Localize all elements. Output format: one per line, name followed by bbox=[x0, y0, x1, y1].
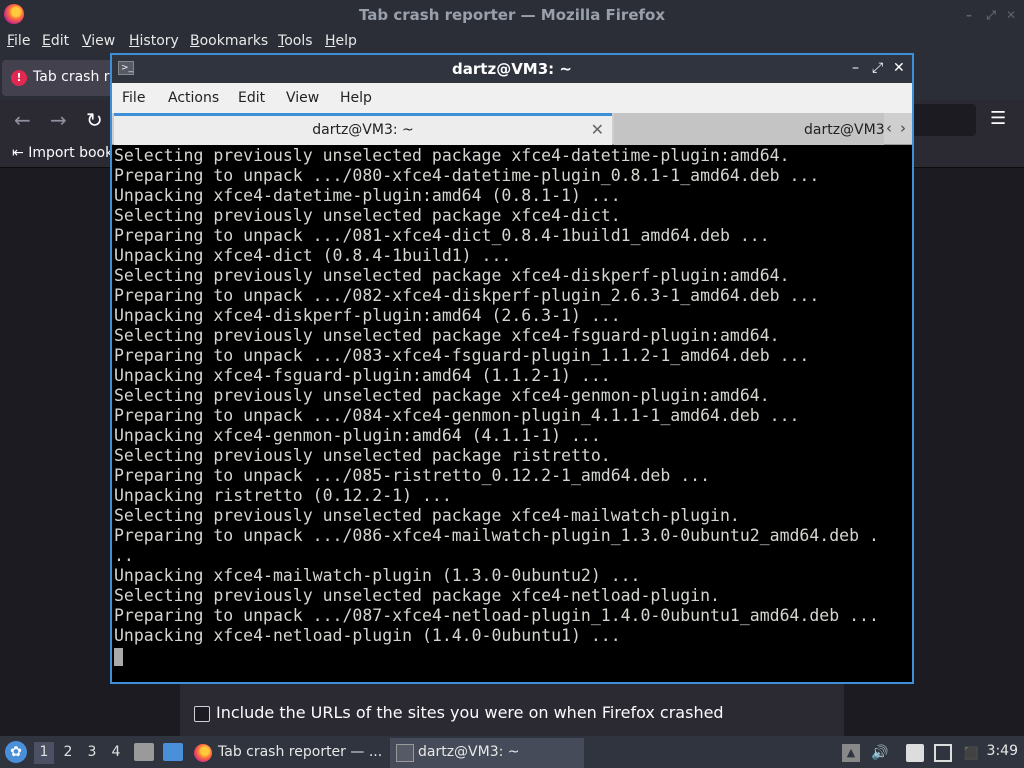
close-icon[interactable]: ✕ bbox=[893, 60, 905, 76]
terminal-line: Selecting previously unselected package … bbox=[114, 506, 740, 525]
terminal-line: Selecting previously unselected package … bbox=[114, 326, 780, 345]
terminal-line: Preparing to unpack .../087-xfce4-netloa… bbox=[114, 606, 879, 625]
terminal-line: Preparing to unpack .../082-xfce4-diskpe… bbox=[114, 286, 820, 305]
terminal-icon bbox=[396, 744, 414, 762]
import-icon: ⇤ bbox=[12, 145, 29, 161]
terminal-line: Selecting previously unselected package … bbox=[114, 206, 621, 225]
forward-icon[interactable]: → bbox=[50, 108, 67, 132]
menu-help[interactable]: Help bbox=[325, 33, 357, 49]
task-firefox-label: Tab crash reporter — ... bbox=[218, 744, 383, 760]
workspace-2[interactable]: 2 bbox=[58, 742, 78, 764]
terminal-window: >_ dartz@VM3: ~ – ⤢ ✕ File Actions Edit … bbox=[110, 53, 914, 684]
app-menu-icon[interactable]: ✿ bbox=[5, 741, 27, 763]
firefox-icon bbox=[194, 744, 212, 762]
terminal-line: .. bbox=[114, 546, 134, 565]
minimize-icon[interactable]: – bbox=[962, 8, 976, 22]
chevron-left-icon[interactable]: ‹ bbox=[882, 115, 896, 141]
terminal-line: Selecting previously unselected package … bbox=[114, 266, 790, 285]
network-icon[interactable] bbox=[934, 744, 952, 762]
workspace-1[interactable]: 1 bbox=[34, 742, 54, 764]
terminal-screen[interactable]: Selecting previously unselected package … bbox=[114, 146, 910, 682]
terminal-window-title: dartz@VM3: ~ bbox=[452, 60, 572, 78]
menu-file[interactable]: File bbox=[7, 33, 30, 49]
menu-edit[interactable]: Edit bbox=[238, 90, 265, 106]
maximize-icon[interactable]: ⤢ bbox=[984, 8, 998, 22]
import-bookmarks-label: Import book bbox=[28, 145, 114, 161]
tab-label: Tab crash re bbox=[33, 69, 118, 85]
back-icon[interactable]: ← bbox=[14, 108, 31, 132]
terminal-tab-1-label: dartz@VM3: ~ bbox=[312, 122, 414, 138]
clipboard-icon[interactable] bbox=[906, 744, 924, 762]
terminal-output: Selecting previously unselected package … bbox=[114, 146, 910, 646]
show-desktop-icon[interactable] bbox=[163, 743, 183, 761]
terminal-line: Unpacking xfce4-datetime-plugin:amd64 (0… bbox=[114, 186, 621, 205]
minimize-icon[interactable]: – bbox=[852, 60, 859, 76]
update-notifier-icon[interactable]: ⬛ bbox=[962, 744, 980, 762]
terminal-line: Preparing to unpack .../081-xfce4-dict_0… bbox=[114, 226, 770, 245]
taskbar: ✿ 1 2 3 4 Tab crash reporter — ... dartz… bbox=[0, 736, 1024, 768]
chevron-right-icon[interactable]: › bbox=[896, 115, 910, 141]
firefox-menubar: File Edit View History Bookmarks Tools H… bbox=[0, 30, 1024, 54]
terminal-line: Selecting previously unselected package … bbox=[114, 386, 770, 405]
terminal-line: Preparing to unpack .../080-xfce4-dateti… bbox=[114, 166, 820, 185]
terminal-line: Unpacking xfce4-genmon-plugin:amd64 (4.1… bbox=[114, 426, 601, 445]
menu-bookmarks[interactable]: Bookmarks bbox=[190, 33, 268, 49]
menu-history[interactable]: History bbox=[129, 33, 179, 49]
terminal-menubar: File Actions Edit View Help bbox=[112, 83, 912, 113]
desktop: Tab crash reporter — Mozilla Firefox – ⤢… bbox=[0, 0, 1024, 768]
terminal-tab-1[interactable]: dartz@VM3: ~ ✕ bbox=[114, 113, 612, 145]
terminal-tabbar: dartz@VM3: ~ ✕ dartz@VM3: ~ ‹ › bbox=[112, 113, 912, 145]
terminal-line: Unpacking xfce4-dict (0.8.4-1build1) ... bbox=[114, 246, 512, 265]
include-urls-label[interactable]: Include the URLs of the sites you were o… bbox=[216, 703, 724, 722]
terminal-line: Preparing to unpack .../084-xfce4-genmon… bbox=[114, 406, 800, 425]
clock[interactable]: 3:49 bbox=[987, 743, 1018, 759]
terminal-line: Unpacking xfce4-mailwatch-plugin (1.3.0-… bbox=[114, 566, 641, 585]
terminal-line: Preparing to unpack .../086-xfce4-mailwa… bbox=[114, 526, 879, 545]
volume-icon[interactable]: 🔊 bbox=[871, 744, 889, 762]
terminal-tab-2[interactable]: dartz@VM3: ~ bbox=[614, 113, 884, 145]
reload-icon[interactable]: ↻ bbox=[86, 108, 103, 132]
menu-help[interactable]: Help bbox=[340, 90, 372, 106]
firefox-titlebar[interactable]: Tab crash reporter — Mozilla Firefox – ⤢… bbox=[0, 0, 1024, 30]
include-urls-checkbox[interactable] bbox=[194, 706, 210, 722]
menu-file[interactable]: File bbox=[122, 90, 145, 106]
terminal-line: Selecting previously unselected package … bbox=[114, 586, 720, 605]
task-firefox[interactable]: Tab crash reporter — ... bbox=[194, 738, 386, 768]
menu-edit[interactable]: Edit bbox=[42, 33, 69, 49]
menu-tools[interactable]: Tools bbox=[278, 33, 313, 49]
terminal-line: Unpacking xfce4-netload-plugin (1.4.0-0u… bbox=[114, 626, 621, 645]
terminal-line: Unpacking xfce4-fsguard-plugin:amd64 (1.… bbox=[114, 366, 611, 385]
terminal-titlebar[interactable]: >_ dartz@VM3: ~ – ⤢ ✕ bbox=[112, 55, 912, 83]
task-terminal-label: dartz@VM3: ~ bbox=[418, 744, 520, 760]
eject-icon[interactable]: ▲ bbox=[842, 744, 860, 762]
terminal-line: Unpacking ristretto (0.12.2-1) ... bbox=[114, 486, 452, 505]
error-icon: ! bbox=[11, 70, 27, 86]
firefox-window-title: Tab crash reporter — Mozilla Firefox bbox=[358, 6, 665, 24]
terminal-tab-2-label: dartz@VM3: ~ bbox=[804, 122, 884, 138]
close-icon[interactable]: ✕ bbox=[1004, 8, 1018, 22]
terminal-cursor bbox=[114, 648, 123, 666]
terminal-line: Preparing to unpack .../083-xfce4-fsguar… bbox=[114, 346, 810, 365]
close-tab-icon[interactable]: ✕ bbox=[591, 120, 604, 139]
terminal-line: Preparing to unpack .../085-ristretto_0.… bbox=[114, 466, 711, 485]
menu-view[interactable]: View bbox=[286, 90, 319, 106]
terminal-line: Unpacking xfce4-diskperf-plugin:amd64 (2… bbox=[114, 306, 621, 325]
workspace-4[interactable]: 4 bbox=[106, 742, 126, 764]
menu-view[interactable]: View bbox=[82, 33, 115, 49]
file-manager-launcher-icon[interactable] bbox=[134, 743, 154, 761]
terminal-line: Selecting previously unselected package … bbox=[114, 446, 611, 465]
terminal-line: Selecting previously unselected package … bbox=[114, 146, 790, 165]
maximize-icon[interactable]: ⤢ bbox=[872, 60, 883, 76]
menu-actions[interactable]: Actions bbox=[168, 90, 219, 106]
hamburger-menu-icon[interactable]: ☰ bbox=[990, 108, 1006, 129]
workspace-3[interactable]: 3 bbox=[82, 742, 102, 764]
import-bookmarks-button[interactable]: ⇤ Import book bbox=[12, 145, 113, 161]
task-terminal[interactable]: dartz@VM3: ~ bbox=[390, 738, 584, 768]
